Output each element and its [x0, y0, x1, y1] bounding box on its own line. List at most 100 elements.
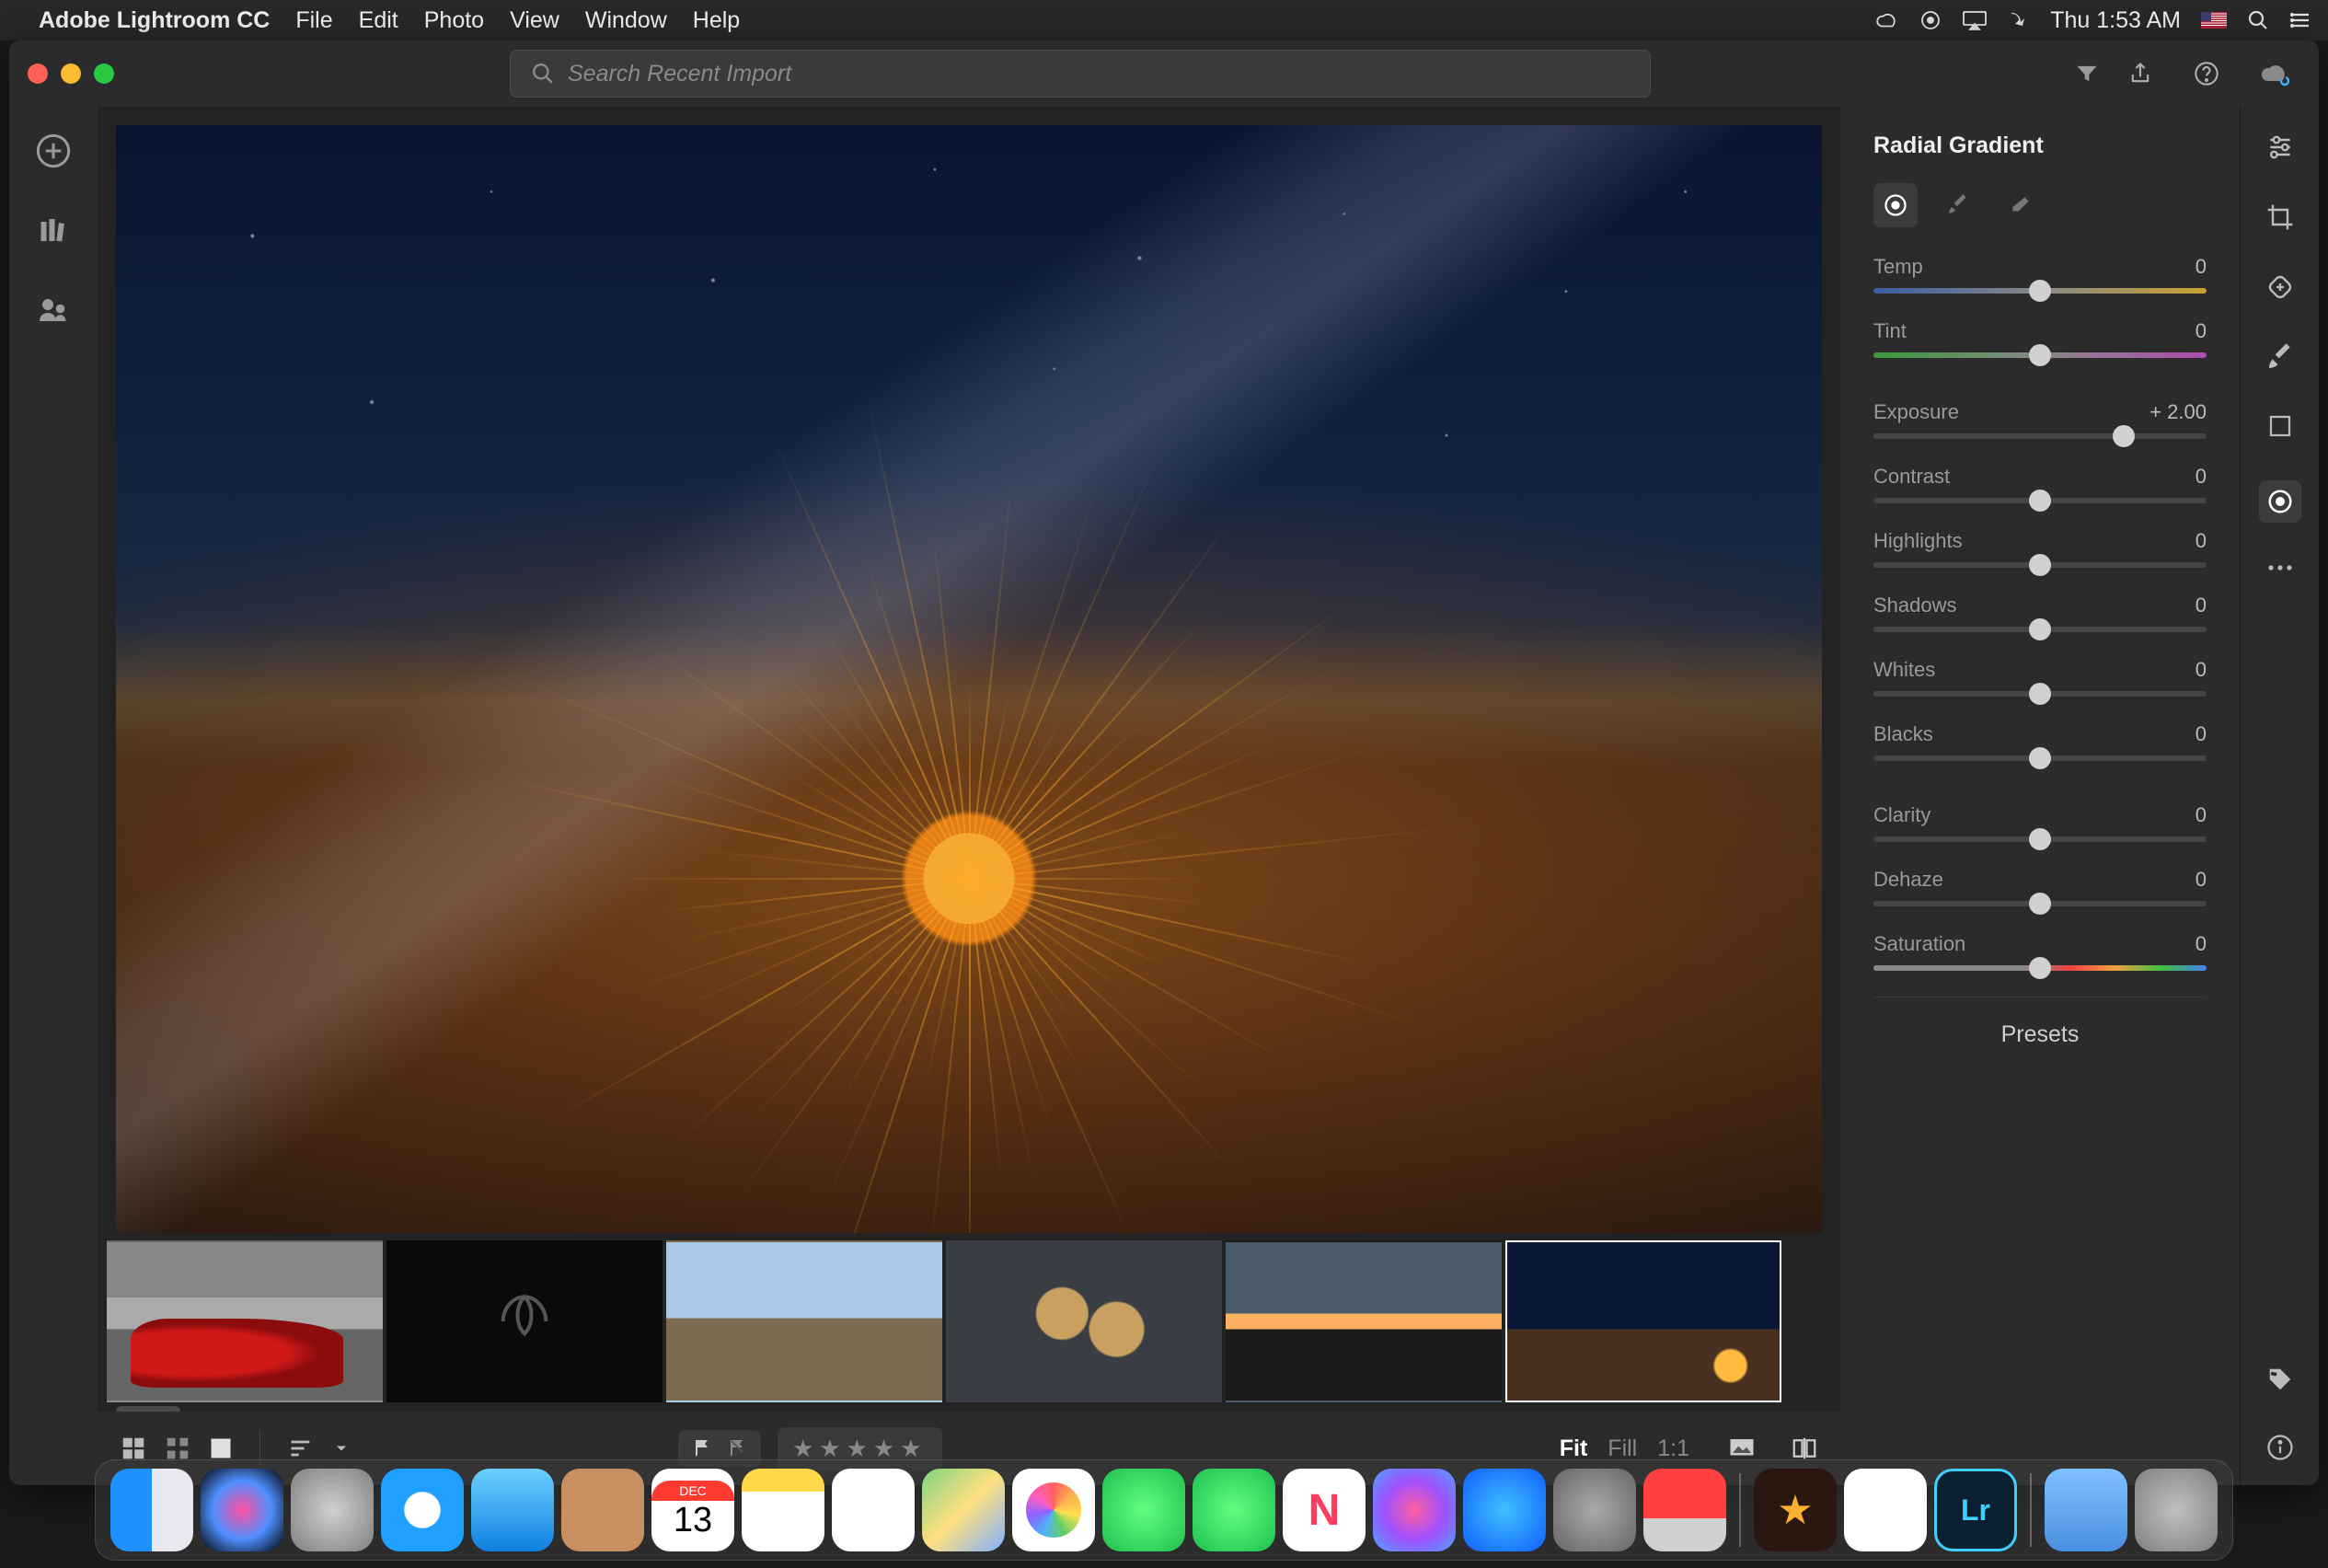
keywords-icon[interactable]: [2266, 1366, 2294, 1393]
dock-mail[interactable]: [471, 1469, 554, 1551]
dock-maps[interactable]: [922, 1469, 1005, 1551]
dock-facetime[interactable]: [1193, 1469, 1275, 1551]
menu-window[interactable]: Window: [585, 7, 667, 34]
square-grid-icon[interactable]: [164, 1435, 191, 1462]
thumbnail[interactable]: [107, 1240, 383, 1402]
window-zoom-button[interactable]: [94, 63, 114, 84]
status-circle-icon[interactable]: [1919, 9, 1942, 31]
dock-finder[interactable]: [110, 1469, 193, 1551]
brush-tool-icon[interactable]: [2265, 342, 2295, 372]
window-minimize-button[interactable]: [61, 63, 81, 84]
dock-photos[interactable]: [1012, 1469, 1095, 1551]
creative-cloud-icon[interactable]: [1875, 8, 1899, 32]
slider-knob[interactable]: [2029, 280, 2051, 302]
add-photos-button[interactable]: [35, 133, 72, 169]
presets-header[interactable]: Presets: [1873, 997, 2207, 1072]
slider-knob[interactable]: [2029, 747, 2051, 769]
search-input[interactable]: Search Recent Import: [510, 50, 1651, 98]
my-photos-icon[interactable]: [37, 213, 70, 247]
zoom-one-to-one[interactable]: 1:1: [1657, 1435, 1689, 1462]
dock-notes[interactable]: [742, 1469, 824, 1551]
flag-pick-icon[interactable]: [691, 1437, 713, 1459]
slider-knob[interactable]: [2029, 618, 2051, 640]
dock-trash[interactable]: [2135, 1469, 2218, 1551]
slider-track[interactable]: [1873, 901, 2207, 906]
sharing-icon[interactable]: [37, 291, 70, 324]
help-icon[interactable]: [2194, 61, 2219, 86]
flag-reject-icon[interactable]: [726, 1437, 748, 1459]
dock-launchpad[interactable]: [291, 1469, 374, 1551]
slider-track[interactable]: [1873, 627, 2207, 632]
brush-mode-button[interactable]: [1936, 183, 1980, 227]
slider-knob[interactable]: [2029, 683, 2051, 705]
slider-knob[interactable]: [2029, 344, 2051, 366]
slider-knob[interactable]: [2029, 957, 2051, 979]
dock-itunes[interactable]: [1373, 1469, 1456, 1551]
app-name[interactable]: Adobe Lightroom CC: [39, 7, 270, 34]
zoom-fill[interactable]: Fill: [1608, 1435, 1637, 1462]
filter-icon[interactable]: [2074, 61, 2100, 86]
menu-view[interactable]: View: [510, 7, 559, 34]
slider-track[interactable]: [1873, 562, 2207, 568]
menubar-clock[interactable]: Thu 1:53 AM: [2050, 7, 2181, 34]
slider-track[interactable]: [1873, 965, 2207, 971]
dock-downloads[interactable]: [2045, 1469, 2127, 1551]
dock-appstore[interactable]: [1463, 1469, 1546, 1551]
radial-gradient-icon[interactable]: [2259, 480, 2301, 523]
sort-dropdown-icon[interactable]: [332, 1439, 351, 1458]
photo-canvas[interactable]: [98, 107, 1840, 1233]
thumbnail-selected[interactable]: [1505, 1240, 1781, 1402]
menu-edit[interactable]: Edit: [359, 7, 398, 34]
radial-new-button[interactable]: [1873, 183, 1918, 227]
slider-knob[interactable]: [2029, 490, 2051, 512]
airplay-icon[interactable]: [1962, 10, 1988, 30]
slider-track[interactable]: [1873, 352, 2207, 358]
dock-calendar[interactable]: DEC13: [651, 1469, 734, 1551]
zoom-fit[interactable]: Fit: [1560, 1435, 1588, 1462]
dock-imovie[interactable]: ★: [1754, 1469, 1837, 1551]
dock-safari[interactable]: [381, 1469, 464, 1551]
info-icon[interactable]: [2266, 1434, 2294, 1461]
detail-view-icon[interactable]: [208, 1435, 234, 1461]
dock-siri[interactable]: [201, 1469, 283, 1551]
dock-lightroom[interactable]: Lr: [1934, 1469, 2017, 1551]
slider-knob[interactable]: [2029, 893, 2051, 915]
dock-reminders[interactable]: [832, 1469, 915, 1551]
menu-help[interactable]: Help: [693, 7, 740, 34]
dock-news[interactable]: N: [1283, 1469, 1366, 1551]
input-source-flag[interactable]: [2201, 12, 2227, 29]
menu-photo[interactable]: Photo: [424, 7, 484, 34]
status-app-icon[interactable]: [2008, 9, 2030, 31]
thumbnail[interactable]: [386, 1240, 663, 1402]
menu-file[interactable]: File: [295, 7, 332, 34]
dock-contacts[interactable]: [561, 1469, 644, 1551]
cloud-sync-icon[interactable]: [2260, 61, 2291, 86]
linear-gradient-icon[interactable]: [2266, 412, 2294, 440]
compare-icon[interactable]: [1791, 1435, 1818, 1462]
more-tools-icon[interactable]: [2266, 563, 2294, 572]
crop-icon[interactable]: [2265, 202, 2295, 232]
thumbnail[interactable]: [1226, 1240, 1502, 1402]
slider-track[interactable]: [1873, 836, 2207, 842]
slider-knob[interactable]: [2029, 828, 2051, 850]
slider-knob[interactable]: [2113, 425, 2135, 447]
sort-icon[interactable]: [286, 1435, 316, 1461]
dock-magnet[interactable]: [1643, 1469, 1726, 1551]
spotlight-icon[interactable]: [2247, 9, 2269, 31]
notification-center-icon[interactable]: [2289, 9, 2311, 31]
thumbnail[interactable]: [666, 1240, 942, 1402]
slider-track[interactable]: [1873, 433, 2207, 439]
share-icon[interactable]: [2127, 61, 2153, 86]
slider-track[interactable]: [1873, 288, 2207, 294]
slider-knob[interactable]: [2029, 554, 2051, 576]
grid-view-icon[interactable]: [120, 1435, 147, 1462]
dock-1password[interactable]: [1844, 1469, 1927, 1551]
edit-sliders-icon[interactable]: [2265, 133, 2295, 162]
window-close-button[interactable]: [28, 63, 48, 84]
healing-icon[interactable]: [2265, 272, 2295, 302]
show-original-icon[interactable]: [1728, 1436, 1756, 1460]
dock-messages[interactable]: [1102, 1469, 1185, 1551]
thumbnail[interactable]: [946, 1240, 1222, 1402]
slider-track[interactable]: [1873, 498, 2207, 503]
dock-system-prefs[interactable]: [1553, 1469, 1636, 1551]
